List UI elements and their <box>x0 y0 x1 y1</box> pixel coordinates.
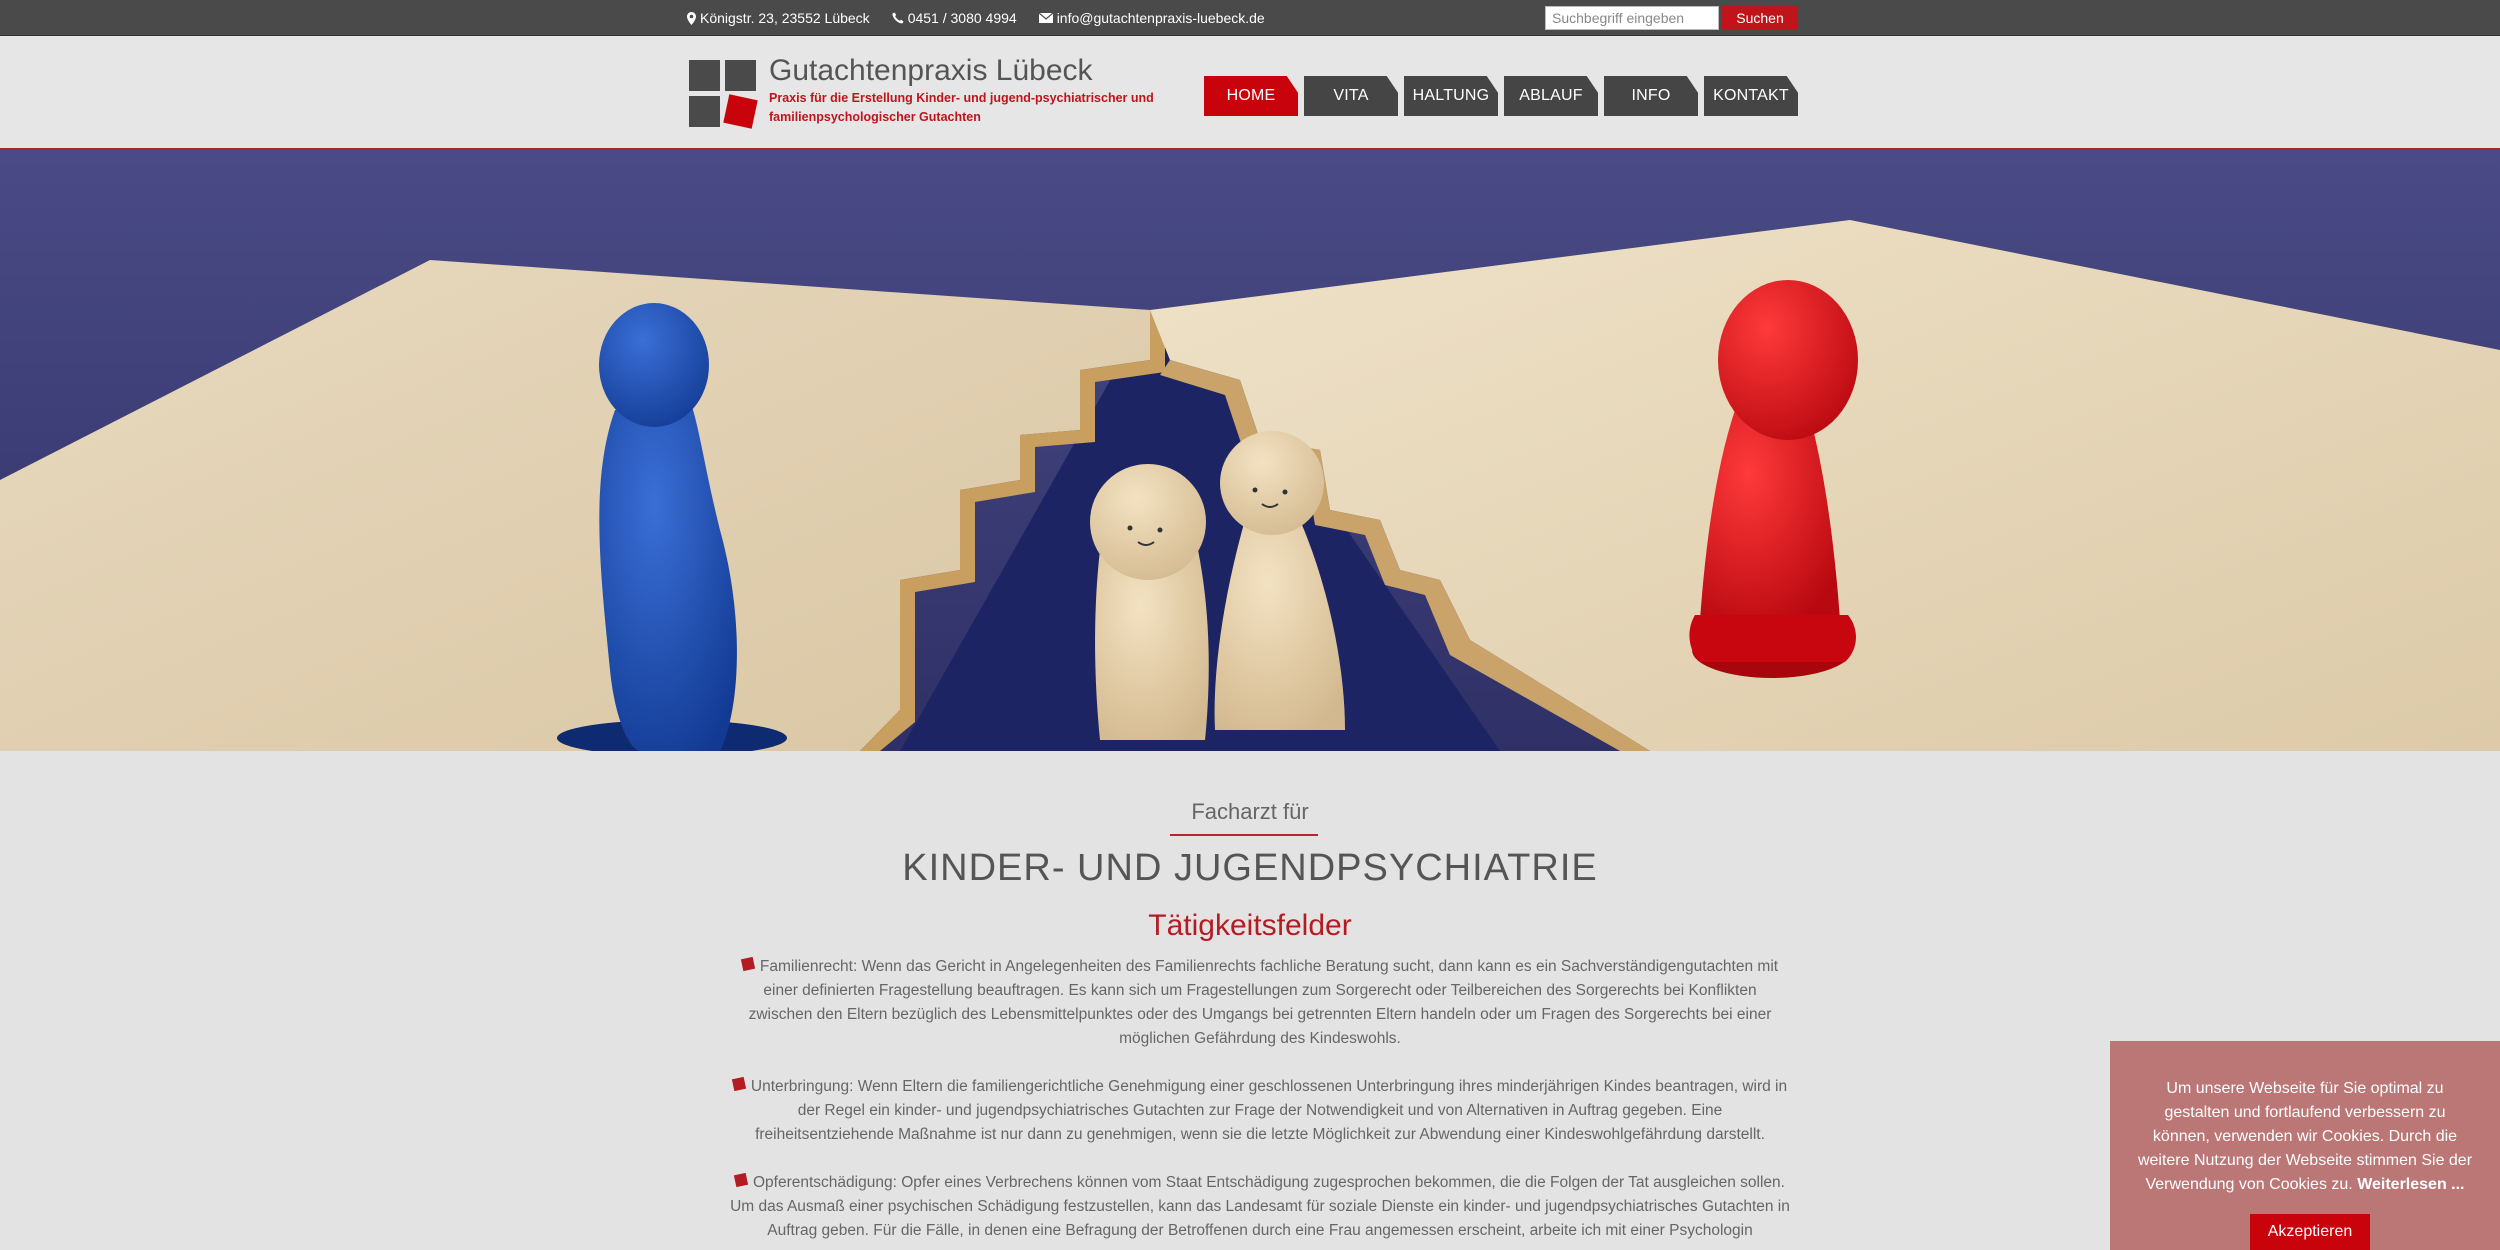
main-nav: HOME VITA HALTUNG ABLAUF INFO KONTAKT <box>1204 76 1798 116</box>
pre-title: Facharzt für <box>1191 799 1309 824</box>
map-marker-icon <box>687 11 696 25</box>
phone-icon <box>892 12 904 24</box>
site-subtitle: Praxis für die Erstellung Kinder- und ju… <box>769 91 1154 124</box>
hero-illustration <box>0 150 2500 751</box>
activity-list: Familienrecht: Wenn das Gericht in Angel… <box>730 955 1790 1250</box>
cookie-accept-button[interactable]: Akzeptieren <box>2250 1214 2370 1250</box>
title-divider <box>1170 834 1318 836</box>
nav-item-ablauf[interactable]: ABLAUF <box>1504 76 1598 116</box>
cookie-banner: Um unsere Webseite für Sie optimal zu ge… <box>2110 1041 2500 1250</box>
cookie-text-block: Um unsere Webseite für Sie optimal zu ge… <box>2134 1077 2476 1197</box>
site-header: Gutachtenpraxis Lübeck Praxis für die Er… <box>0 36 2500 150</box>
list-item-text: Familienrecht: Wenn das Gericht in Angel… <box>748 958 1779 1047</box>
section-title: Tätigkeitsfelder <box>1148 909 1352 942</box>
nav-item-home[interactable]: HOME <box>1204 76 1298 116</box>
list-item: Familienrecht: Wenn das Gericht in Angel… <box>730 955 1790 1051</box>
list-item-text: Unterbringung: Wenn Eltern die familieng… <box>750 1078 1788 1143</box>
nav-item-haltung[interactable]: HALTUNG <box>1404 76 1498 116</box>
logo-icon[interactable] <box>689 60 759 130</box>
cookie-read-more-link[interactable]: Weiterlesen ... <box>2357 1176 2464 1193</box>
nav-item-info[interactable]: INFO <box>1604 76 1698 116</box>
phone-text[interactable]: 0451 / 3080 4994 <box>908 10 1017 26</box>
address-item: Königstr. 23, 23552 Lübeck <box>687 10 870 26</box>
address-text: Königstr. 23, 23552 Lübeck <box>700 10 870 26</box>
list-item-text: Opferentschädigung: Opfer eines Verbrech… <box>730 1174 1790 1250</box>
list-item: Opferentschädigung: Opfer eines Verbrech… <box>730 1171 1790 1250</box>
page-title: KINDER- UND JUGENDPSYCHIATRIE <box>902 847 1598 889</box>
bullet-icon <box>733 1172 749 1188</box>
envelope-icon <box>1038 13 1053 23</box>
bullet-icon <box>740 956 756 972</box>
search-input[interactable] <box>1545 6 1719 30</box>
list-item: Unterbringung: Wenn Eltern die familieng… <box>730 1075 1790 1147</box>
email-item[interactable]: info@gutachtenpraxis-luebeck.de <box>1038 10 1265 26</box>
email-link[interactable]: info@gutachtenpraxis-luebeck.de <box>1057 10 1265 26</box>
contact-info: Königstr. 23, 23552 Lübeck 0451 / 3080 4… <box>687 0 1265 36</box>
top-info-bar: Königstr. 23, 23552 Lübeck 0451 / 3080 4… <box>0 0 2500 36</box>
nav-item-kontakt[interactable]: KONTAKT <box>1704 76 1798 116</box>
phone-item[interactable]: 0451 / 3080 4994 <box>892 10 1017 26</box>
hero-image <box>0 150 2500 751</box>
search-button[interactable]: Suchen <box>1722 6 1798 30</box>
nav-item-vita[interactable]: VITA <box>1304 76 1398 116</box>
bullet-icon <box>731 1076 746 1092</box>
site-title[interactable]: Gutachtenpraxis Lübeck <box>769 54 1093 88</box>
